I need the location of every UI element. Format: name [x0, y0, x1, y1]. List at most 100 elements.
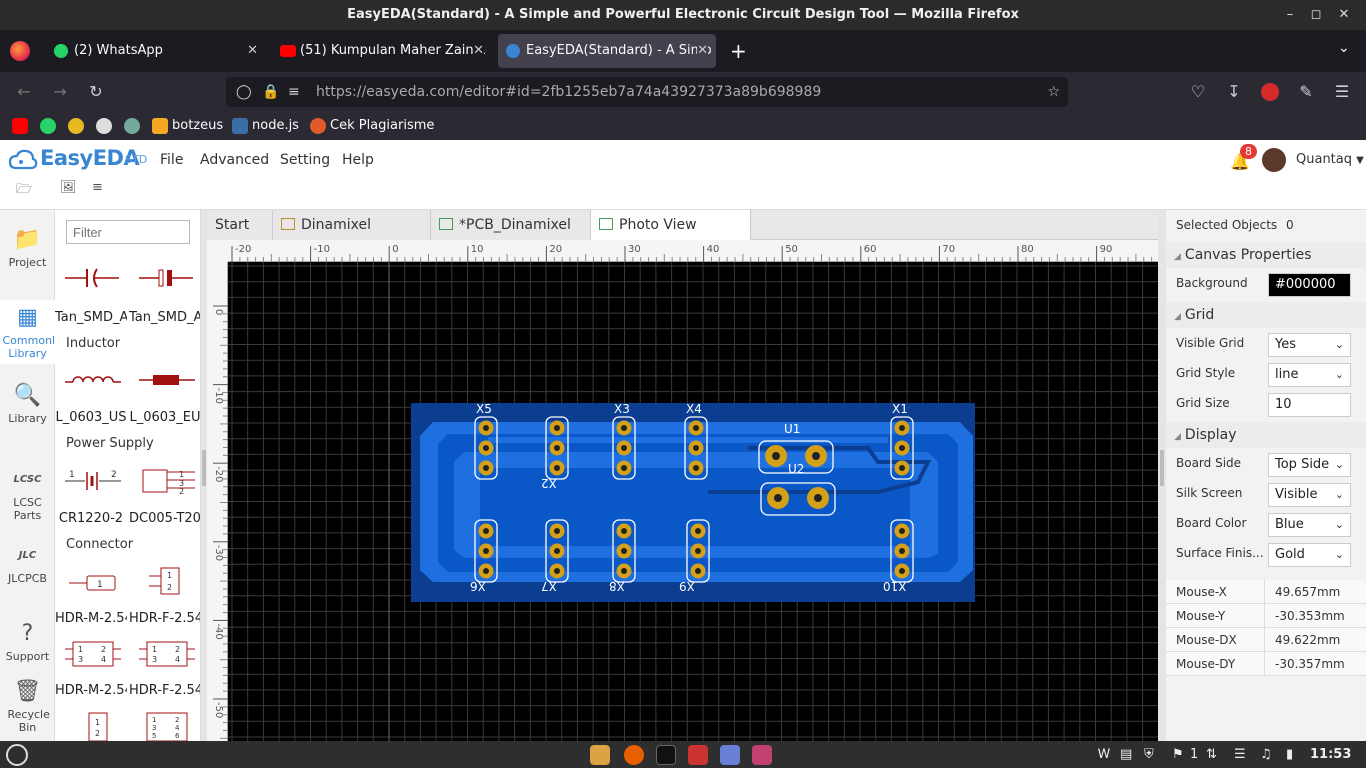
shield-tray-icon[interactable]: ⛨	[1144, 745, 1154, 765]
bluetooth-icon[interactable]: Ꮃ	[1098, 745, 1111, 765]
rail-lcsc-parts[interactable]: LCSC LCSC Parts	[0, 466, 55, 522]
menu-setting[interactable]: Setting	[280, 152, 330, 168]
extensions-icon[interactable]: ✎	[1294, 80, 1318, 104]
tantalum-capacitor-symbol[interactable]	[63, 266, 123, 290]
inductor-eu-symbol[interactable]	[137, 370, 197, 390]
board-color-select[interactable]: Blue ⌄	[1268, 513, 1351, 537]
maximize-icon[interactable]: ◻	[1304, 0, 1328, 30]
bookmark-nodejs[interactable]: node.js	[252, 118, 299, 134]
component-hdr-m-2-54-1[interactable]: HDR-M-2.54_1	[55, 611, 127, 626]
layers-icon[interactable]: ≡	[92, 180, 110, 196]
header-male-1-symbol[interactable]: 1	[67, 572, 119, 594]
grid-style-select[interactable]: line ⌄	[1268, 363, 1351, 387]
component-dc005-t20[interactable]: DC005-T20	[129, 511, 200, 526]
adblock-icon[interactable]	[1261, 83, 1279, 101]
menu-file[interactable]: File	[160, 152, 183, 168]
minimize-icon[interactable]: –	[1278, 0, 1302, 30]
url-bar[interactable]: ◯ 🔒 ≡ https://easyeda.com/editor#id=2fb1…	[226, 77, 1068, 107]
tab-youtube[interactable]: (51) Kumpulan Maher Zain L ✕	[272, 34, 492, 68]
component-hdr-f-2-54-1[interactable]: HDR-F-2.54_1	[129, 611, 200, 626]
shield-icon[interactable]: ◯	[236, 77, 252, 107]
battery-symbol[interactable]: 12	[63, 468, 123, 494]
app-icon[interactable]	[688, 745, 708, 765]
lock-icon[interactable]: 🔒	[262, 77, 279, 107]
category-power-supply[interactable]: Power Supply	[66, 436, 154, 451]
background-color-field[interactable]: #000000	[1268, 273, 1351, 297]
close-tab-icon[interactable]: ✕	[247, 34, 258, 68]
props-splitter[interactable]	[1158, 210, 1166, 741]
new-tab-icon[interactable]: +	[730, 39, 747, 63]
component-hdr-f-2-54-2[interactable]: HDR-F-2.54_2	[129, 683, 200, 698]
component-tan-smd-a-eu[interactable]: Tan_SMD_A	[129, 310, 200, 325]
wifi-icon[interactable]: ☰	[1234, 745, 1246, 765]
inductor-us-symbol[interactable]	[63, 370, 123, 390]
youtube-bookmark-icon[interactable]	[12, 118, 28, 134]
section-display[interactable]: ◢ Display	[1166, 422, 1366, 448]
board-side-select[interactable]: Top Side ⌄	[1268, 453, 1351, 477]
mint-menu-icon[interactable]	[6, 744, 28, 766]
component-l-0603-us[interactable]: L_0603_US	[55, 410, 127, 425]
back-icon[interactable]: ←	[12, 80, 36, 104]
university-bookmark-icon[interactable]	[68, 118, 84, 134]
pocket-icon[interactable]: ♡	[1186, 80, 1210, 104]
close-window-icon[interactable]: ✕	[1332, 0, 1356, 30]
splitter-handle[interactable]	[202, 450, 206, 486]
chatgpt-bookmark-icon[interactable]	[124, 118, 140, 134]
tab-pcb-dinamixel[interactable]: *PCB_Dinamixel	[431, 210, 591, 240]
notification-tray-icon[interactable]: ⚑	[1172, 745, 1184, 765]
reload-icon[interactable]: ↻	[84, 80, 108, 104]
menu-help[interactable]: Help	[342, 152, 374, 168]
component-l-0603-eu[interactable]: L_0603_EU	[129, 410, 200, 425]
header-male-2x2-symbol[interactable]: 13 24	[63, 640, 123, 668]
forward-icon[interactable]: →	[48, 80, 72, 104]
grid-size-input[interactable]: 10	[1268, 393, 1351, 417]
tab-list-icon[interactable]: ⌄	[1338, 40, 1350, 56]
user-name[interactable]: Quantaq ▼	[1296, 152, 1364, 167]
firefox-icon[interactable]	[10, 41, 30, 61]
text-editor-icon[interactable]	[720, 745, 740, 765]
tab-whatsapp[interactable]: (2) WhatsApp ✕	[46, 34, 266, 68]
pcb-canvas[interactable]: X5 X3 X4 X1 U1 U2 X2 X6 X7 X8 X9 X10	[228, 262, 1158, 741]
section-canvas-properties[interactable]: ◢ Canvas Properties	[1166, 242, 1366, 268]
folder-icon[interactable]: 🗁	[16, 180, 34, 197]
pcb-board[interactable]	[228, 262, 1158, 741]
rail-library[interactable]: 🔍 Library	[0, 382, 55, 425]
component-cr1220-2[interactable]: CR1220-2	[55, 511, 127, 526]
network-icon[interactable]: ⇅	[1206, 745, 1217, 765]
close-tab-icon[interactable]: ✕	[473, 34, 484, 68]
rail-jlcpcb[interactable]: JLC JLCPCB	[0, 542, 55, 585]
filter-input[interactable]	[66, 220, 190, 244]
rail-project[interactable]: 📁 Project	[0, 226, 55, 269]
bookmark-botzeus[interactable]: botzeus	[172, 118, 223, 134]
bookmark-cek-plagiarisme[interactable]: Cek Plagiarisme	[330, 118, 434, 134]
header-male-2-symbol[interactable]: 12	[75, 710, 115, 741]
firefox-taskbar-icon[interactable]	[624, 745, 644, 765]
sound-icon[interactable]: ♫	[1260, 745, 1272, 765]
tantalum-capacitor-eu-symbol[interactable]	[137, 266, 197, 290]
permissions-icon[interactable]: ≡	[288, 77, 300, 107]
app-menu-icon[interactable]: ☰	[1330, 80, 1354, 104]
visible-grid-select[interactable]: Yes ⌄	[1268, 333, 1351, 357]
category-connector[interactable]: Connector	[66, 537, 133, 552]
tab-easyeda[interactable]: EasyEDA(Standard) - A Simp ✕	[498, 34, 716, 68]
bookmark-star-icon[interactable]: ☆	[1047, 77, 1060, 107]
section-grid[interactable]: ◢ Grid	[1166, 302, 1366, 328]
tab-photo-view[interactable]: Photo View	[591, 210, 751, 240]
category-inductor[interactable]: Inductor	[66, 336, 120, 351]
menu-advanced[interactable]: Advanced	[200, 152, 269, 168]
battery-icon[interactable]: ▮	[1286, 745, 1293, 765]
download-icon[interactable]: ↧	[1222, 80, 1246, 104]
clipboard-icon[interactable]: ▤	[1120, 745, 1132, 765]
silk-screen-select[interactable]: Visible ⌄	[1268, 483, 1351, 507]
avatar[interactable]	[1262, 148, 1286, 172]
component-hdr-m-2-54-2[interactable]: HDR-M-2.54_2	[55, 683, 127, 698]
header-2x3-symbol[interactable]: 135 246	[137, 710, 197, 741]
header-female-2x2-symbol[interactable]: 13 24	[137, 640, 197, 668]
rail-recycle-bin[interactable]: 🗑 Recycle Bin	[0, 678, 55, 734]
open-image-icon[interactable]: 🖼	[60, 180, 78, 196]
github-bookmark-icon[interactable]	[96, 118, 112, 134]
tab-start[interactable]: Start	[207, 210, 273, 240]
terminal-icon[interactable]	[656, 745, 676, 765]
rail-support[interactable]: ? Support	[0, 620, 55, 663]
files-icon[interactable]	[590, 745, 610, 765]
